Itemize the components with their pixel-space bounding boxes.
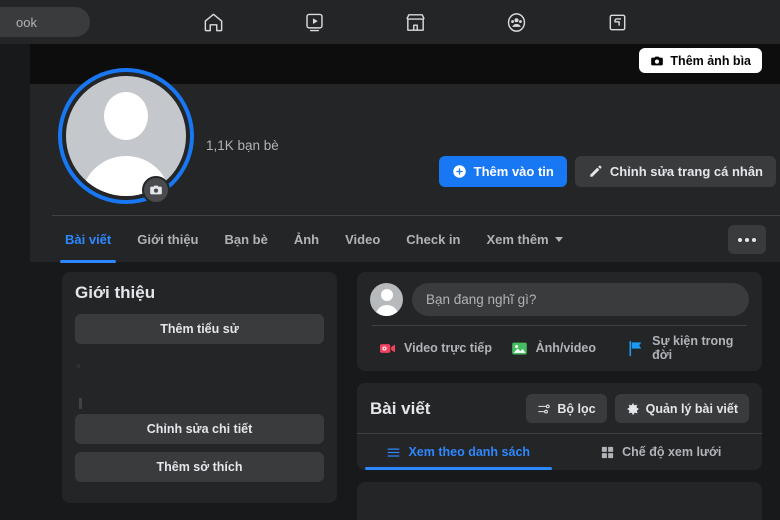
avatar-body-shape: [375, 305, 398, 316]
facebook-profile-page: ook Thêm ảnh bìa 1,1K bạn bè Thêm vào ti…: [0, 0, 780, 520]
add-cover-photo-button[interactable]: Thêm ảnh bìa: [639, 48, 762, 73]
groups-icon[interactable]: [493, 4, 539, 40]
home-icon[interactable]: [190, 4, 236, 40]
add-cover-photo-label: Thêm ảnh bìa: [670, 53, 751, 68]
pencil-icon: [590, 165, 602, 177]
tab-photos-label: Ảnh: [293, 231, 320, 247]
list-view-label: Xem theo danh sách: [408, 445, 531, 459]
search-input[interactable]: ook: [0, 7, 90, 37]
tab-about[interactable]: Giới thiệu: [124, 216, 211, 263]
add-to-story-button[interactable]: Thêm vào tin: [438, 156, 567, 187]
posts-card: Bài viết Bộ lọc Quản lý bài viết Xem the…: [357, 383, 762, 470]
profile-header: 1,1K bạn bè Thêm vào tin Chỉnh sửa trang…: [30, 68, 780, 263]
tab-checkin-label: Check in: [406, 231, 461, 247]
ellipsis-dot: [752, 237, 756, 242]
watch-icon[interactable]: [291, 4, 337, 40]
life-event-label: Sự kiện trong đời: [652, 334, 734, 362]
composer-avatar[interactable]: [370, 283, 403, 316]
tab-videos[interactable]: Video: [332, 216, 393, 263]
composer-actions: Video trực tiếp Ảnh/video Sự kiện trong …: [370, 326, 749, 362]
camera-icon: [150, 185, 162, 195]
photo-video-icon: [511, 342, 527, 354]
intro-details-placeholder: [75, 352, 324, 414]
tab-see-more-label: Xem thêm: [486, 231, 549, 247]
avatar-image: [66, 76, 186, 196]
gaming-icon[interactable]: [594, 4, 640, 40]
manage-posts-button[interactable]: Quản lý bài viết: [614, 394, 749, 423]
left-column: Giới thiệu Thêm tiểu sử Chỉnh sửa chi ti…: [62, 272, 337, 503]
tab-friends[interactable]: Bạn bè: [212, 216, 281, 263]
life-event-icon: [629, 340, 642, 356]
tab-see-more[interactable]: Xem thêm: [473, 216, 575, 263]
tab-checkin[interactable]: Check in: [393, 216, 473, 263]
list-icon: [388, 447, 400, 457]
tab-about-label: Giới thiệu: [137, 231, 199, 247]
photo-video-label: Ảnh/video: [535, 341, 596, 355]
tab-photos[interactable]: Ảnh: [281, 216, 332, 263]
search-text: ook: [16, 14, 37, 30]
live-video-button[interactable]: Video trực tiếp: [370, 339, 510, 358]
avatar-head-shape: [380, 289, 393, 301]
add-hobbies-label: Thêm sở thích: [156, 460, 243, 474]
gear-icon: [627, 403, 638, 414]
edit-profile-label: Chỉnh sửa trang cá nhân: [609, 164, 763, 179]
edit-details-button[interactable]: Chỉnh sửa chi tiết: [75, 414, 324, 444]
posts-view-tabs: Xem theo danh sách Chế độ xem lưới: [357, 433, 762, 470]
plus-circle-icon: [452, 165, 466, 178]
nav-icon-group: [190, 0, 640, 44]
list-view-tab[interactable]: Xem theo danh sách: [357, 434, 560, 470]
posts-title: Bài viết: [370, 398, 431, 418]
chevron-down-icon: [554, 236, 563, 242]
grid-view-tab[interactable]: Chế độ xem lưới: [560, 434, 763, 470]
marketplace-icon[interactable]: [392, 4, 438, 40]
posts-header: Bài viết Bộ lọc Quản lý bài viết: [357, 383, 762, 433]
life-event-button[interactable]: Sự kiện trong đời: [626, 334, 749, 362]
placeholder-mark: [79, 398, 82, 409]
add-bio-button[interactable]: Thêm tiểu sử: [75, 314, 324, 344]
composer-row: Bạn đang nghĩ gì?: [370, 283, 749, 316]
composer-placeholder: Bạn đang nghĩ gì?: [426, 292, 537, 307]
right-column: Bạn đang nghĩ gì? Video trực tiếp Ảnh/vi…: [357, 272, 762, 520]
grid-icon: [602, 446, 614, 458]
grid-view-label: Chế độ xem lưới: [622, 445, 722, 459]
manage-posts-label: Quản lý bài viết: [645, 401, 738, 416]
post-composer-input[interactable]: Bạn đang nghĩ gì?: [412, 283, 749, 316]
tab-posts-label: Bài viết: [65, 231, 112, 247]
camera-icon: [651, 56, 664, 65]
add-hobbies-button[interactable]: Thêm sở thích: [75, 452, 324, 482]
intro-title: Giới thiệu: [75, 283, 156, 302]
post-composer-card: Bạn đang nghĩ gì? Video trực tiếp Ảnh/vi…: [357, 272, 762, 371]
friends-count: 1,1K bạn bè: [206, 138, 279, 153]
filter-icon: [538, 403, 551, 414]
ellipsis-dot: [738, 237, 742, 242]
ellipsis-dot: [745, 237, 749, 242]
profile-tabs: Bài viết Giới thiệu Bạn bè Ảnh Video Che…: [52, 215, 780, 263]
tabs-more-button[interactable]: [728, 225, 766, 254]
photo-video-button[interactable]: Ảnh/video: [510, 339, 627, 358]
avatar-head-shape: [104, 92, 148, 140]
placeholder-mark: [77, 364, 80, 368]
edit-details-label: Chỉnh sửa chi tiết: [146, 422, 253, 436]
edit-profile-button[interactable]: Chỉnh sửa trang cá nhân: [574, 156, 776, 187]
tab-videos-label: Video: [345, 231, 381, 247]
live-video-icon: [379, 343, 396, 353]
live-video-label: Video trực tiếp: [404, 341, 493, 355]
add-to-story-label: Thêm vào tin: [473, 164, 554, 179]
tab-friends-label: Bạn bè: [224, 231, 268, 247]
top-navigation-bar: ook: [0, 0, 780, 44]
tab-posts[interactable]: Bài viết: [52, 216, 124, 263]
add-bio-label: Thêm tiểu sử: [160, 322, 239, 336]
filter-label: Bộ lọc: [557, 401, 596, 416]
post-item-placeholder: [357, 482, 762, 520]
profile-content: Giới thiệu Thêm tiểu sử Chỉnh sửa chi ti…: [0, 268, 780, 520]
intro-card: Giới thiệu Thêm tiểu sử Chỉnh sửa chi ti…: [62, 272, 337, 503]
profile-avatar[interactable]: [58, 68, 194, 204]
avatar-camera-button[interactable]: [142, 176, 170, 204]
filter-button[interactable]: Bộ lọc: [526, 394, 607, 423]
profile-action-buttons: Thêm vào tin Chỉnh sửa trang cá nhân: [438, 156, 776, 187]
